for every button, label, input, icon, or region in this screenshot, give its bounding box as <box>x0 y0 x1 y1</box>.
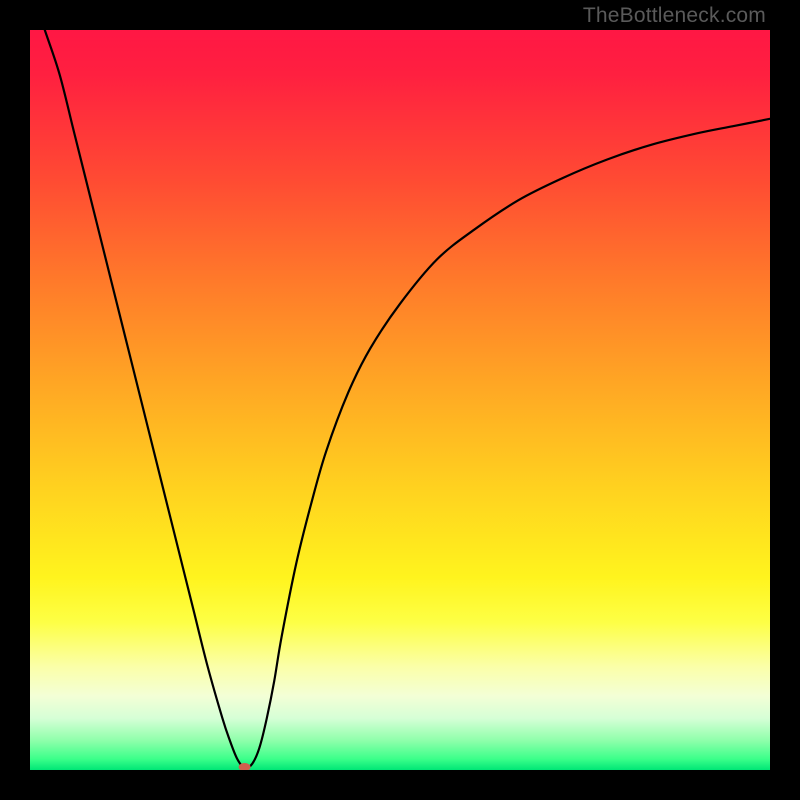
bottleneck-curve <box>30 30 770 768</box>
plot-area <box>30 30 770 770</box>
curve-layer <box>30 30 770 770</box>
chart-frame: TheBottleneck.com <box>0 0 800 800</box>
watermark-text: TheBottleneck.com <box>583 4 766 28</box>
